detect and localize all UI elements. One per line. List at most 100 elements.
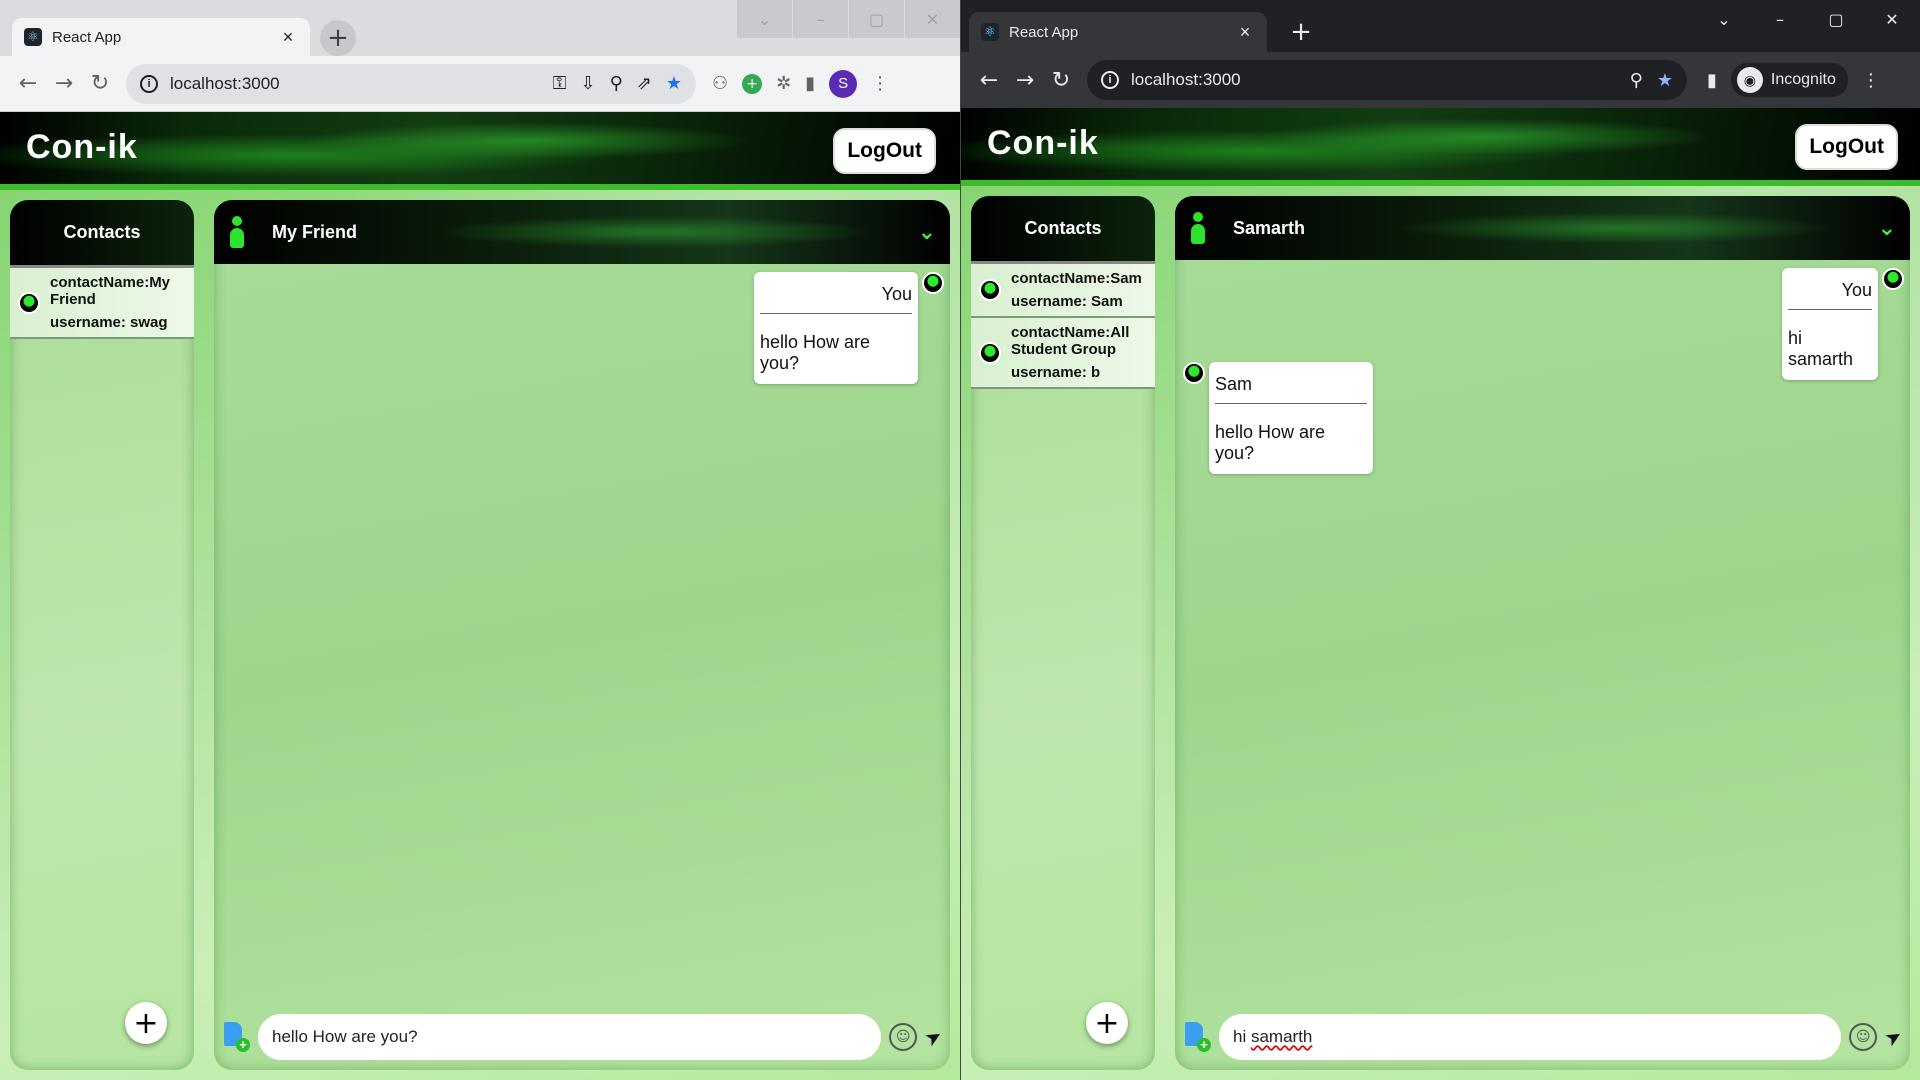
- forward-icon[interactable]: →: [46, 66, 82, 102]
- contacts-panel: Contacts contactName:Sam username: Sam c…: [971, 196, 1155, 1070]
- react-icon: ⚛: [24, 28, 42, 46]
- avatar: [922, 272, 944, 294]
- message-sender: You: [1788, 276, 1872, 310]
- new-tab-button[interactable]: +: [1283, 14, 1319, 50]
- tab-search-icon[interactable]: ⌄: [736, 0, 792, 38]
- logout-button[interactable]: LogOut: [1795, 124, 1898, 170]
- contact-username: username: b: [1011, 364, 1101, 381]
- green-extension-icon[interactable]: +: [742, 73, 763, 94]
- side-panel-icon[interactable]: ▮: [1707, 70, 1717, 91]
- emoji-icon[interactable]: ☺: [889, 1023, 918, 1051]
- url-text: localhost:3000: [170, 73, 280, 93]
- attach-file-icon[interactable]: [1183, 1022, 1211, 1052]
- address-bar[interactable]: i localhost:3000 ⚲ ★: [1087, 60, 1687, 100]
- maximize-icon[interactable]: ▢: [1808, 0, 1864, 38]
- zoom-icon[interactable]: ⚲: [610, 73, 623, 94]
- message-text: hello How are you?: [1215, 422, 1326, 463]
- browser-window-right: ⚛ React App × + ⌄ – ▢ ✕ ← → ↻ i localhos…: [960, 0, 1920, 1080]
- zoom-icon[interactable]: ⚲: [1630, 70, 1643, 91]
- close-tab-icon[interactable]: ×: [278, 27, 298, 48]
- side-panel-icon[interactable]: ▮: [805, 73, 815, 94]
- browser-toolbar: ← → ↻ i localhost:3000 ⚿ ⇩ ⚲ ⇗ ★ ⚇ + ✲ ▮…: [0, 56, 960, 112]
- tab-title: React App: [1009, 23, 1079, 41]
- incognito-badge[interactable]: ◉ Incognito: [1730, 63, 1848, 97]
- chat-title: My Friend: [272, 221, 358, 242]
- chat-header: Samarth ⌄: [1175, 196, 1910, 260]
- site-info-icon[interactable]: i: [140, 74, 158, 93]
- close-window-icon[interactable]: ✕: [904, 0, 960, 38]
- profile-avatar[interactable]: S: [829, 69, 858, 98]
- puzzle-icon[interactable]: ✲: [776, 73, 791, 94]
- avatar: [979, 279, 1001, 301]
- avatar: [18, 291, 40, 314]
- avatar: [1882, 268, 1904, 290]
- close-tab-icon[interactable]: ×: [1235, 22, 1255, 43]
- brand-logo: Con-ik: [987, 124, 1099, 162]
- chat-panel: Samarth ⌄ You hi samarth Sam hello How a…: [1175, 196, 1910, 1070]
- menu-icon[interactable]: ⋮: [871, 73, 889, 94]
- window-controls: ⌄ – ▢ ✕: [1696, 0, 1920, 38]
- message-row: Sam hello How are you?: [1183, 362, 1373, 474]
- message-bubble: Sam hello How are you?: [1209, 362, 1373, 474]
- con-ik-app: Con-ik LogOut Contacts contactName:My Fr…: [0, 112, 960, 1080]
- site-info-icon[interactable]: i: [1101, 71, 1119, 89]
- contact-username: username: swag: [50, 314, 168, 331]
- contacts-panel: Contacts contactName:My Friend username:…: [10, 200, 194, 1070]
- contact-name: contactName:My Friend: [50, 274, 171, 308]
- message-input-misspelled-word: samarth: [1250, 1027, 1313, 1046]
- chevron-down-icon[interactable]: ⌄: [918, 220, 936, 245]
- forward-icon[interactable]: →: [1007, 62, 1043, 98]
- tab-strip: ⚛ React App × + ⌄ – ▢ ✕: [0, 0, 960, 56]
- chat-panel: My Friend ⌄ You hello How are you? hello…: [214, 200, 950, 1070]
- tab-react-app[interactable]: ⚛ React App ×: [969, 12, 1267, 52]
- share-icon[interactable]: ⇗: [637, 73, 652, 94]
- contact-item[interactable]: contactName:Sam username: Sam: [971, 264, 1155, 318]
- close-window-icon[interactable]: ✕: [1864, 0, 1920, 38]
- incognito-label: Incognito: [1770, 71, 1836, 88]
- tab-search-icon[interactable]: ⌄: [1696, 0, 1752, 38]
- contact-name: contactName:All Student Group: [1011, 324, 1130, 358]
- add-contact-button[interactable]: +: [125, 1002, 167, 1044]
- contact-item[interactable]: contactName:All Student Group username: …: [971, 318, 1155, 389]
- url-text: localhost:3000: [1131, 70, 1241, 89]
- message-bubble: You hi samarth: [1782, 268, 1878, 380]
- message-composer: hello How are you? ☺ ➤: [214, 1004, 950, 1070]
- message-text: hi samarth: [1788, 328, 1854, 369]
- attach-file-icon[interactable]: [222, 1022, 250, 1052]
- tab-react-app[interactable]: ⚛ React App ×: [12, 18, 310, 56]
- install-icon[interactable]: ⇩: [580, 73, 595, 94]
- back-icon[interactable]: ←: [10, 66, 46, 102]
- maximize-icon[interactable]: ▢: [848, 0, 904, 38]
- contacts-title: Contacts: [971, 196, 1155, 264]
- minimize-icon[interactable]: –: [792, 0, 848, 38]
- emoji-icon[interactable]: ☺: [1849, 1023, 1878, 1051]
- menu-icon[interactable]: ⋮: [1862, 70, 1880, 91]
- chat-title: Samarth: [1233, 217, 1306, 238]
- address-bar[interactable]: i localhost:3000 ⚿ ⇩ ⚲ ⇗ ★: [126, 63, 696, 104]
- send-icon[interactable]: ➤: [1880, 1022, 1907, 1051]
- bookmark-star-icon[interactable]: ★: [1657, 70, 1673, 91]
- minimize-icon[interactable]: –: [1752, 0, 1808, 38]
- extension-icon[interactable]: ⚇: [712, 73, 728, 94]
- message-input[interactable]: hello How are you?: [258, 1014, 882, 1060]
- send-icon[interactable]: ➤: [920, 1022, 947, 1051]
- contact-item[interactable]: contactName:My Friend username: swag: [10, 268, 194, 339]
- app-header: Con-ik LogOut: [0, 112, 960, 190]
- user-figure-icon: [228, 214, 246, 250]
- logout-button[interactable]: LogOut: [833, 128, 936, 174]
- incognito-icon: ◉: [1736, 67, 1763, 93]
- bookmark-star-icon[interactable]: ★: [666, 73, 682, 94]
- new-tab-button[interactable]: +: [320, 20, 356, 56]
- back-icon[interactable]: ←: [971, 62, 1007, 98]
- chat-header: My Friend ⌄: [214, 200, 950, 264]
- react-icon: ⚛: [981, 23, 999, 41]
- tab-strip: ⚛ React App × + ⌄ – ▢ ✕: [961, 0, 1920, 52]
- message-row: You hello How are you?: [754, 272, 944, 384]
- chevron-down-icon[interactable]: ⌄: [1878, 216, 1896, 241]
- key-icon[interactable]: ⚿: [553, 73, 567, 94]
- add-contact-button[interactable]: +: [1086, 1002, 1128, 1044]
- message-sender: Sam: [1215, 370, 1367, 404]
- message-input[interactable]: hi samarth: [1219, 1014, 1842, 1060]
- reload-icon[interactable]: ↻: [82, 66, 118, 102]
- reload-icon[interactable]: ↻: [1043, 62, 1079, 98]
